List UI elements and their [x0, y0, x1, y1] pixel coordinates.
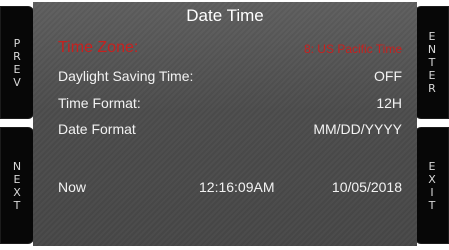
prev-letter: R [13, 49, 21, 63]
date-format-label: Date Format [58, 121, 136, 137]
enter-button-label: E N T E R [428, 30, 436, 95]
daylight-saving-value: OFF [374, 68, 402, 84]
now-label: Now [58, 179, 87, 195]
time-format-value: 12H [376, 95, 402, 111]
exit-button[interactable]: E X I T [415, 127, 449, 244]
device: P R E V N E X T E N T E R E X I T Date T… [0, 0, 449, 250]
next-letter: X [13, 185, 21, 199]
enter-letter: T [428, 56, 436, 69]
enter-letter: E [428, 69, 436, 82]
exit-letter: E [428, 159, 436, 173]
prev-letter: V [13, 75, 21, 89]
time-zone-value: 8: US Pacific Time [303, 42, 402, 56]
next-button-label: N E X T [13, 160, 21, 212]
enter-letter: N [427, 43, 437, 56]
next-letter: E [13, 172, 21, 186]
daylight-saving-label: Daylight Saving Time: [58, 68, 194, 84]
prev-button-label: P R E V [13, 37, 21, 89]
exit-letter: X [428, 172, 436, 186]
prev-letter: E [13, 62, 21, 76]
exit-button-label: E X I T [428, 160, 436, 212]
enter-button[interactable]: E N T E R [415, 6, 449, 119]
date-format-value: MM/DD/YYYY [313, 121, 402, 137]
enter-letter: R [428, 82, 436, 95]
time-zone-label: Time Zone: [58, 39, 139, 56]
page-title: Date Time [186, 6, 264, 25]
next-button[interactable]: N E X T [0, 127, 34, 244]
exit-letter: I [430, 185, 434, 199]
prev-letter: P [13, 36, 21, 50]
now-date: 10/05/2018 [331, 179, 402, 195]
next-letter: N [12, 159, 22, 173]
next-letter: T [13, 198, 21, 212]
time-format-label: Time Format: [58, 95, 141, 111]
prev-button[interactable]: P R E V [0, 6, 34, 119]
enter-letter: E [428, 30, 436, 43]
now-time: 12:16:09AM [199, 179, 275, 195]
exit-letter: T [428, 198, 436, 212]
display-screen: Date Time Time Zone: 8: US Pacific Time … [33, 2, 417, 246]
